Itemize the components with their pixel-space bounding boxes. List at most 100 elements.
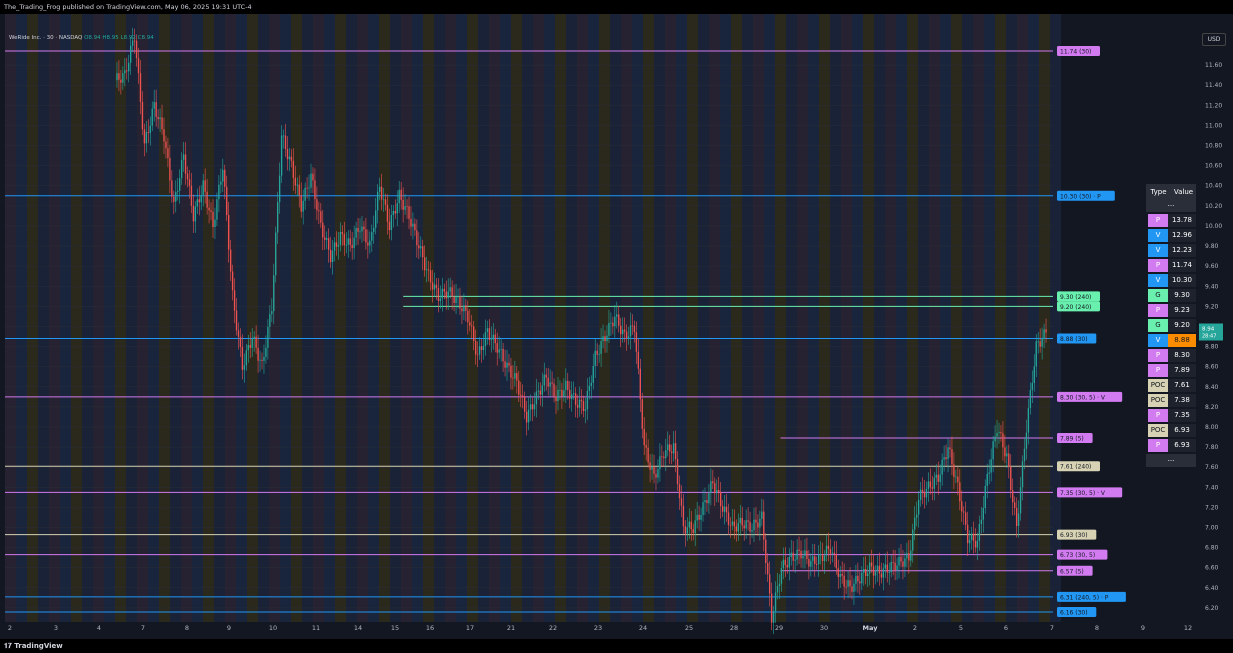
candle-body — [847, 580, 849, 587]
candle-body — [333, 242, 336, 251]
candle-body — [435, 284, 438, 288]
candle-body — [733, 521, 736, 527]
price-chart[interactable]: 11.74 (30) 10.30 (30) · P 9.30 (240) 9.20 (… — [0, 0, 1233, 653]
candle-body — [437, 287, 440, 302]
candle-body — [912, 529, 914, 551]
level-value: 12.96 — [1168, 229, 1196, 242]
candle-body — [953, 464, 955, 477]
candle-body — [810, 560, 812, 567]
candle-body — [743, 525, 745, 529]
candle-body — [231, 271, 234, 291]
candle-body — [719, 492, 722, 507]
y-tick-label: 7.20 — [1205, 504, 1219, 511]
candle-body — [866, 573, 869, 577]
level-label: 11.74 (30) — [1060, 49, 1091, 56]
levels-table-row: P 13.78 — [1146, 214, 1196, 227]
candle-body — [990, 459, 992, 473]
candle-body — [531, 404, 534, 410]
candle-body — [923, 492, 926, 498]
candle-body — [731, 521, 734, 526]
candle-body — [171, 180, 173, 197]
level-label: 7.89 (5) — [1060, 436, 1084, 443]
candle-body — [457, 296, 459, 298]
candle-body — [561, 389, 563, 397]
candle-body — [312, 173, 314, 181]
candle-body — [280, 135, 283, 176]
candle-body — [473, 326, 475, 342]
candle-body — [210, 210, 212, 212]
candle-body — [835, 553, 837, 569]
footer: 𝟏𝟕 TradingView — [0, 639, 1233, 653]
candle-body — [308, 187, 310, 189]
candle-body — [590, 382, 592, 386]
candle-body — [964, 512, 967, 525]
candle-body — [706, 500, 708, 504]
candle-body — [516, 373, 518, 381]
candle-body — [271, 311, 273, 315]
levels-table-row: P 6.93 — [1146, 439, 1196, 452]
candle-body — [665, 450, 667, 459]
candle-body — [833, 552, 836, 554]
candle-body — [982, 508, 985, 520]
candle-body — [247, 344, 249, 351]
table-ellipsis-bottom: ... — [1146, 454, 1196, 467]
x-tick-label: 8 — [185, 624, 189, 632]
candle-body — [557, 390, 559, 402]
ohlc-close: C8.94 — [137, 35, 154, 41]
candle-body — [147, 132, 150, 133]
candle-body — [1004, 447, 1006, 457]
candle-body — [425, 269, 428, 271]
candle-body — [633, 325, 636, 333]
candle-body — [431, 282, 434, 290]
y-tick-label: 6.60 — [1205, 565, 1219, 572]
candle-body — [1025, 432, 1028, 449]
tradingview-logo[interactable]: 𝟏𝟕 TradingView — [4, 639, 63, 653]
level-label: 8.30 (30, 5) · V — [1060, 394, 1106, 401]
candle-body — [275, 232, 277, 276]
candle-body — [616, 314, 618, 317]
candle-body — [320, 211, 322, 223]
candle-body — [596, 350, 598, 355]
currency-button[interactable]: USD — [1202, 33, 1226, 46]
candle-body — [269, 314, 271, 327]
level-type: V — [1148, 334, 1168, 347]
level-label: 6.73 (30, 5) — [1060, 552, 1095, 559]
candle-body — [441, 288, 444, 299]
candle-body — [688, 521, 690, 528]
candle-body — [175, 191, 177, 202]
candle-body — [494, 334, 496, 344]
candle-body — [984, 485, 986, 509]
levels-table-row: POC 7.38 — [1146, 394, 1196, 407]
candle-body — [1008, 453, 1010, 468]
candle-body — [400, 189, 402, 200]
candle-body — [282, 135, 285, 137]
candle-body — [420, 246, 422, 249]
candle-body — [302, 200, 304, 212]
candle-body — [604, 336, 606, 342]
level-value: 6.93 — [1168, 424, 1196, 437]
candle-body — [629, 325, 632, 337]
candle-body — [906, 553, 908, 559]
x-tick-label: 8 — [1095, 624, 1099, 632]
y-tick-label: 6.20 — [1205, 605, 1219, 612]
candle-body — [447, 291, 449, 299]
level-type: G — [1148, 289, 1168, 302]
candle-body — [533, 404, 536, 410]
candle-body — [549, 382, 551, 387]
y-tick-label: 11.20 — [1205, 102, 1222, 109]
candle-body — [694, 520, 696, 534]
candle-body — [555, 396, 557, 402]
candle-body — [890, 562, 892, 573]
candle-body — [627, 336, 630, 339]
x-tick-label: 16 — [426, 624, 434, 632]
y-tick-label: 9.80 — [1205, 243, 1219, 250]
candle-body — [455, 296, 457, 303]
candle-body — [786, 564, 788, 568]
candle-body — [716, 490, 718, 494]
x-tick-label: 9 — [1141, 624, 1145, 632]
candle-body — [161, 117, 163, 130]
x-tick-label: 17 — [466, 624, 474, 632]
candle-body — [900, 556, 902, 562]
candle-body — [229, 249, 232, 272]
candle-body — [476, 354, 479, 356]
